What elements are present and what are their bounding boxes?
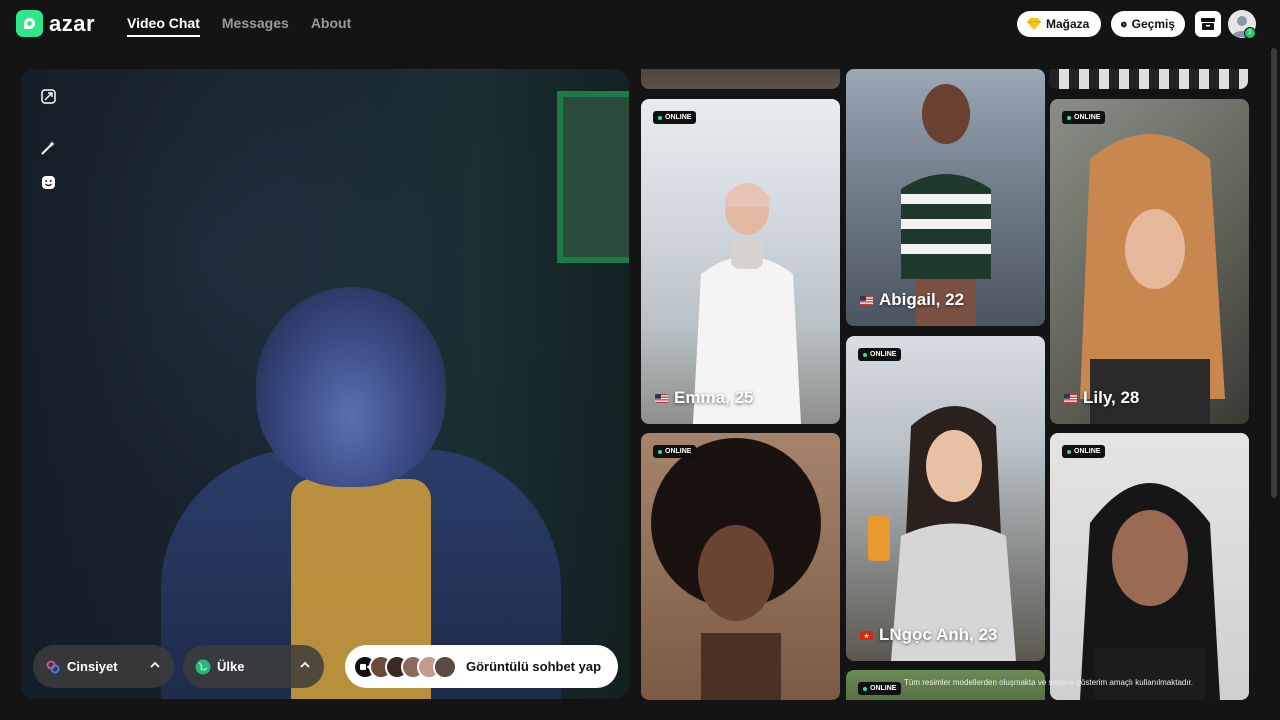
country-filter[interactable]: Ülke <box>183 645 324 688</box>
azar-logo-icon <box>16 10 43 37</box>
start-video-chat-label: Görüntülü sohbet yap <box>465 659 602 674</box>
face-thumbnail <box>433 654 457 679</box>
profile-card-partial[interactable] <box>641 69 840 89</box>
online-badge-label: ONLINE <box>665 448 692 455</box>
profile-card-lngoc-anh[interactable]: ONLINE LNgọc Anh, 23 <box>846 336 1045 661</box>
notification-badge: 1 <box>1244 27 1256 39</box>
us-flag-icon <box>655 393 668 403</box>
beauty-filter-button[interactable] <box>39 139 57 157</box>
profile-card-lily[interactable]: ONLINE Lily, 28 <box>1050 99 1249 424</box>
azar-logo[interactable]: azar <box>16 10 95 37</box>
nav-about[interactable]: About <box>311 15 351 37</box>
online-badge: ONLINE <box>653 111 697 124</box>
online-dot-icon <box>1067 115 1071 120</box>
magic-wand-icon <box>41 141 55 155</box>
top-bar: azar Video Chat Messages About Mağaza Ge… <box>0 0 1280 48</box>
store-button[interactable]: Mağaza <box>1017 11 1101 37</box>
online-badge-label: ONLINE <box>870 685 897 692</box>
profile-card-partial[interactable] <box>1049 69 1248 89</box>
online-badge: ONLINE <box>1062 111 1106 124</box>
gender-filter[interactable]: Cinsiyet <box>33 645 174 688</box>
profile-photo <box>868 406 1016 661</box>
online-badge-label: ONLINE <box>665 114 692 121</box>
start-video-chat-button[interactable]: Görüntülü sohbet yap <box>345 645 618 688</box>
globe-icon <box>195 659 211 674</box>
vn-flag-icon <box>860 630 873 640</box>
online-dot-icon <box>1067 449 1071 454</box>
online-badge-label: ONLINE <box>1074 448 1101 455</box>
online-badge: ONLINE <box>858 682 902 695</box>
online-dot-icon <box>863 686 867 691</box>
online-badge-label: ONLINE <box>870 351 897 358</box>
preview-faces <box>353 654 457 679</box>
history-label: Geçmiş <box>1131 17 1175 31</box>
profile-name: LNgọc Anh, 23 <box>860 625 997 645</box>
online-dot-icon <box>658 449 662 454</box>
expand-button[interactable] <box>39 87 57 105</box>
online-badge: ONLINE <box>858 348 902 361</box>
store-label: Mağaza <box>1046 17 1090 31</box>
nav-video-chat[interactable]: Video Chat <box>127 15 200 37</box>
profile-name: Lily, 28 <box>1064 388 1139 408</box>
profile-gallery: ONLINE Emma, 25 Abigail, 22 ONLINE Lily,… <box>641 69 1249 700</box>
page-scrollbar[interactable] <box>1271 48 1277 498</box>
profile-name: Abigail, 22 <box>860 290 964 310</box>
webcam-person-head <box>256 287 446 487</box>
profile-photo <box>901 84 991 326</box>
gem-icon <box>1027 18 1041 30</box>
profile-name-label: Emma, 25 <box>674 388 754 407</box>
webcam-preview <box>21 69 629 699</box>
profile-card-emma[interactable]: ONLINE Emma, 25 <box>641 99 840 424</box>
history-button[interactable]: Geçmiş <box>1111 11 1185 37</box>
profile-name-label: Abigail, 22 <box>879 290 965 309</box>
chevron-up-icon <box>150 661 160 668</box>
online-badge: ONLINE <box>653 445 697 458</box>
profile-photo <box>693 183 801 424</box>
country-label: Ülke <box>217 659 245 674</box>
profile-card-abigail[interactable]: Abigail, 22 <box>846 69 1045 326</box>
inbox-button[interactable] <box>1195 11 1221 37</box>
nav-messages[interactable]: Messages <box>222 15 289 37</box>
profile-photo <box>1080 134 1225 424</box>
smiley-icon <box>41 175 55 189</box>
profile-card-online[interactable]: ONLINE <box>641 433 840 700</box>
online-dot-icon <box>863 352 867 357</box>
profile-photo <box>651 438 821 700</box>
gender-label: Cinsiyet <box>67 659 118 674</box>
inbox-icon <box>1201 18 1215 30</box>
clock-icon <box>1121 21 1127 27</box>
profile-card-online[interactable]: ONLINE <box>1050 433 1249 700</box>
chevron-up-icon <box>300 661 310 668</box>
profile-photo <box>1080 483 1220 700</box>
online-badge-label: ONLINE <box>1074 114 1101 121</box>
profile-name-label: Lily, 28 <box>1083 388 1140 407</box>
logo-text: azar <box>49 10 96 36</box>
gender-icon <box>46 660 60 673</box>
online-dot-icon <box>658 115 662 120</box>
expand-icon <box>40 88 56 104</box>
online-badge: ONLINE <box>1062 445 1106 458</box>
us-flag-icon <box>1064 393 1077 403</box>
disclaimer-text: Tüm resimler modellerden oluşmakta ve sa… <box>904 678 1194 687</box>
profile-name: Emma, 25 <box>655 388 753 408</box>
sticker-button[interactable] <box>39 173 57 191</box>
us-flag-icon <box>860 295 873 305</box>
profile-name-label: LNgọc Anh, 23 <box>879 625 998 644</box>
webcam-wall-poster <box>557 91 629 263</box>
main-nav: Video Chat Messages About <box>127 15 351 37</box>
